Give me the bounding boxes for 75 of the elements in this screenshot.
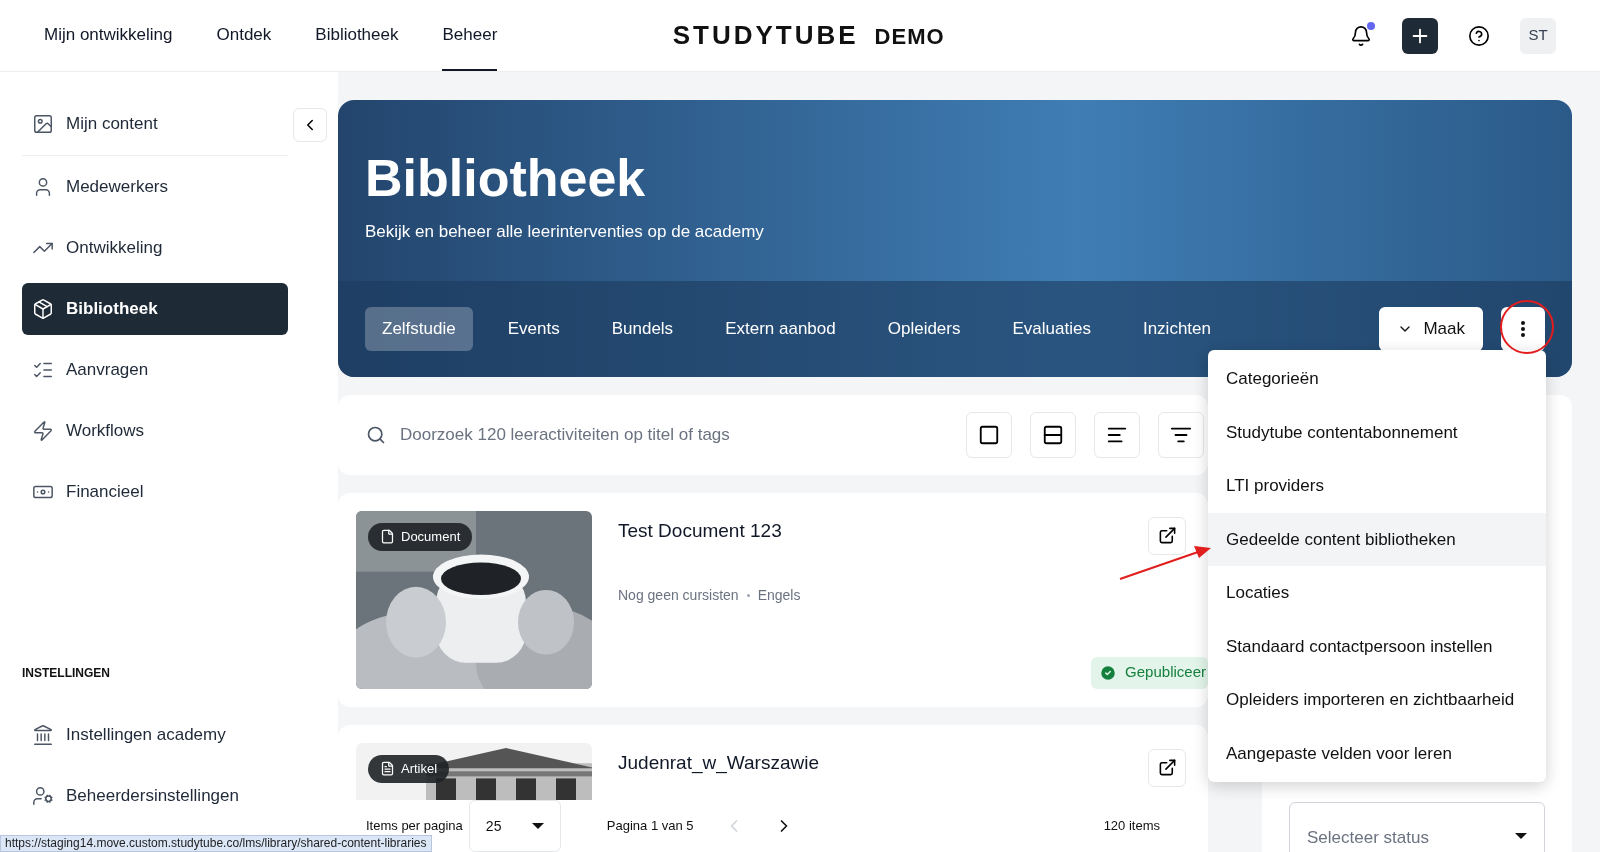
sidebar-item[interactable]: Beheerdersinstellingen — [22, 770, 288, 822]
section-heading: INSTELLINGEN — [22, 665, 111, 682]
search-field[interactable]: Doorzoek 120 leeractiviteiten op titel of tags — [400, 421, 948, 448]
sidebar-item[interactable]: Financieel — [22, 466, 288, 518]
type-badge: Document — [368, 522, 473, 551]
article-icon — [380, 761, 395, 776]
section-tab[interactable]: Extern aanbod — [708, 306, 853, 351]
item-count: 120 items — [1103, 817, 1160, 836]
section-tab[interactable]: Zelfstudie — [365, 306, 473, 351]
help-icon[interactable] — [1468, 24, 1490, 47]
image-icon — [32, 113, 54, 135]
menu-item[interactable]: Opleiders importeren en zichtbaarheid — [1208, 673, 1546, 727]
view-option-button[interactable] — [1158, 411, 1204, 458]
menu-item[interactable]: Aangepaste velden voor leren — [1208, 726, 1546, 780]
bank-icon — [32, 724, 54, 746]
view-option-button[interactable] — [1094, 411, 1140, 458]
section-tab[interactable]: Events — [490, 306, 577, 351]
card-meta: Engels — [757, 585, 801, 605]
create-button[interactable]: Maak — [1379, 306, 1483, 351]
more-options-button[interactable] — [1501, 306, 1545, 351]
open-external-button[interactable] — [1148, 748, 1186, 787]
open-external-button[interactable] — [1148, 516, 1186, 555]
card-meta: Nog geen cursisten — [618, 585, 739, 605]
caret-icon — [1515, 833, 1527, 839]
nav-tab[interactable]: Ontdek — [216, 0, 272, 71]
page-subtitle: Bekijk en beheer alle leerinterventies op de academy — [365, 221, 765, 243]
menu-item[interactable]: Gedeelde content bibliotheken — [1208, 512, 1546, 566]
section-tab[interactable]: Evaluaties — [995, 306, 1108, 351]
check-circle-icon — [1099, 663, 1118, 682]
nav-tab[interactable]: Beheer — [442, 0, 498, 71]
kebab-icon — [1521, 320, 1525, 337]
caret-icon — [531, 823, 544, 829]
sidebar-item[interactable]: Mijn content — [22, 98, 288, 150]
card-title[interactable]: Judenrat_w_Warszawie — [618, 748, 819, 777]
grid-view-icon — [978, 423, 1000, 446]
sidebar-item[interactable]: Medewerkers — [22, 161, 288, 213]
per-page-select[interactable]: 25 — [468, 800, 561, 852]
logo-suffix: DEMO — [874, 23, 945, 51]
view-option-button[interactable] — [966, 411, 1012, 458]
status-badge: Gepubliceer — [1091, 656, 1208, 689]
sidebar-item[interactable]: Ontwikkeling — [22, 222, 288, 274]
sidebar-item[interactable]: Instellingen academy — [22, 709, 288, 761]
menu-item[interactable]: Standaard contactpersoon instellen — [1208, 619, 1546, 673]
external-link-icon — [1157, 758, 1177, 777]
add-button[interactable] — [1402, 17, 1438, 54]
menu-item[interactable]: Studytube contentabonnement — [1208, 405, 1546, 459]
page-indicator: Pagina 1 van 5 — [606, 817, 694, 836]
box-icon — [32, 298, 54, 320]
sidebar-item[interactable]: Bibliotheek — [22, 283, 288, 335]
menu-item[interactable]: Categorieën — [1208, 352, 1546, 406]
link-preview-tooltip: https://staging14.move.custom.studytube.co/lms/library/shared-content-libraries — [0, 835, 432, 852]
status-select[interactable]: Selecteer status — [1289, 802, 1545, 852]
per-page-label: Items per pagina — [366, 817, 463, 836]
view-option-button[interactable] — [1030, 411, 1076, 458]
logo[interactable]: STUDYTUBE — [672, 16, 859, 55]
sidebar-item[interactable]: Workflows — [22, 405, 288, 457]
menu-item[interactable]: LTI providers — [1208, 459, 1546, 513]
card-title[interactable]: Test Document 123 — [618, 516, 782, 545]
notification-bell-icon[interactable] — [1350, 24, 1372, 47]
list-view-icon — [1042, 423, 1064, 446]
bolt-icon — [32, 420, 54, 442]
nav-tab[interactable]: Bibliotheek — [315, 0, 399, 71]
document-icon — [380, 529, 395, 544]
section-tab[interactable]: Inzichten — [1125, 306, 1228, 351]
sidebar-item[interactable]: Aanvragen — [22, 344, 288, 396]
page-title: Bibliotheek — [365, 148, 647, 209]
content-card[interactable]: Document Test Document 123 Nog geen cursisten Engels Gepubliceer — [338, 492, 1208, 707]
section-tab[interactable]: Opleiders — [870, 306, 978, 351]
user-avatar[interactable]: ST — [1520, 17, 1556, 54]
section-tab[interactable]: Bundels — [594, 306, 691, 351]
external-link-icon — [1157, 526, 1177, 545]
menu-item[interactable]: Locaties — [1208, 566, 1546, 620]
nav-tab[interactable]: Mijn ontwikkeling — [44, 0, 173, 71]
search-icon — [366, 424, 386, 445]
user-gear-icon — [32, 785, 54, 807]
